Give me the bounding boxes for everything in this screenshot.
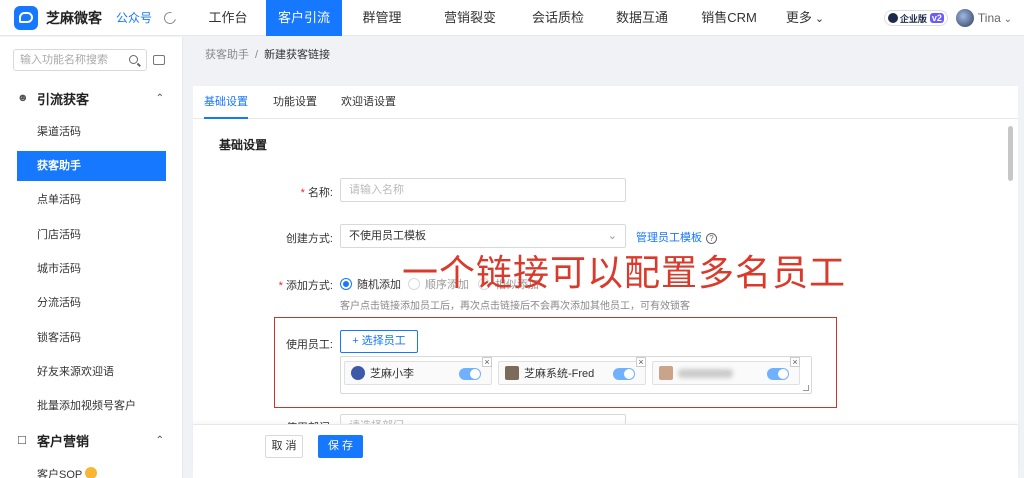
name-label: * 名称:	[243, 184, 333, 200]
sidebar-search-input[interactable]	[20, 54, 120, 66]
search-icon[interactable]	[129, 55, 138, 64]
account-type-link[interactable]: 公众号	[116, 9, 152, 26]
nav-data-sync[interactable]: 数据互通	[598, 0, 686, 36]
save-button[interactable]: 保 存	[318, 435, 363, 458]
nav-customer-acquisition[interactable]: 客户引流	[266, 0, 342, 36]
form-footer: 取 消 保 存	[193, 424, 1018, 470]
plus-icon: +	[352, 335, 362, 347]
employee-name: 芝麻小李	[370, 368, 414, 380]
breadcrumb: 获客助手 / 新建获客链接	[205, 46, 330, 62]
tab-function-settings[interactable]: 功能设置	[273, 86, 317, 119]
sidebar-group-marketing[interactable]: ☐ 客户营销 ⌃	[0, 428, 182, 452]
nav-more-dropdown[interactable]: 更多	[772, 0, 838, 36]
employee-toggle[interactable]	[613, 368, 635, 380]
theme-toggle-icon[interactable]	[161, 9, 179, 26]
section-title: 基础设置	[219, 138, 268, 152]
close-icon[interactable]: ×	[482, 357, 492, 367]
user-area: 企业版 v2 Tina	[883, 0, 1012, 36]
breadcrumb-separator: /	[255, 49, 259, 61]
select-employee-label: 选择员工	[361, 335, 406, 347]
create-mode-value: 不使用员工模板	[349, 230, 426, 242]
top-bar: 芝麻微客 公众号 工作台 客户引流 群管理 营销裂变 会话质检 数据互通 销售C…	[0, 0, 1024, 36]
sidebar: ☻ 引流获客 ⌃ 渠道活码 获客助手 点单活码 门店活码 城市活码 分流活码 锁…	[0, 37, 183, 478]
avatar	[351, 366, 365, 380]
tab-welcome-settings[interactable]: 欢迎语设置	[341, 86, 396, 119]
add-mode-hint: 客户点击链接添加员工后，再次点击链接后不会再次添加其他员工，可有效锁客	[340, 301, 690, 312]
top-nav: 工作台 客户引流 群管理 营销裂变 会话质检 数据互通 销售CRM 更多	[190, 0, 838, 36]
close-icon[interactable]: ×	[790, 357, 800, 367]
sidebar-group-acquisition[interactable]: ☻ 引流获客 ⌃	[0, 86, 182, 110]
avatar	[659, 366, 673, 380]
add-mode-label-text: 添加方式:	[285, 280, 333, 292]
nav-group-management[interactable]: 群管理	[342, 0, 422, 36]
manage-template-link[interactable]: 管理员工模板?	[636, 229, 717, 245]
radio-label: 随机添加	[357, 279, 401, 291]
breadcrumb-current: 新建获客链接	[264, 49, 331, 61]
employee-tag: 芝麻系统-Fred ×	[498, 357, 646, 385]
employee-toggle[interactable]	[459, 368, 481, 380]
tab-basic-settings[interactable]: 基础设置	[204, 86, 248, 119]
nav-workbench[interactable]: 工作台	[190, 0, 266, 36]
add-mode-label: * 添加方式:	[243, 277, 333, 293]
sidebar-search	[13, 49, 147, 71]
collapse-sidebar-icon[interactable]	[153, 55, 165, 65]
version-badge: v2	[929, 13, 944, 23]
logo-icon[interactable]	[14, 5, 38, 30]
employee-tag: ×	[652, 357, 800, 385]
edition-badge: 企业版 v2	[883, 10, 948, 26]
name-label-text: 名称:	[307, 187, 333, 199]
department-select[interactable]: 请选择部门	[340, 414, 626, 424]
sidebar-group-label: 客户营销	[37, 433, 90, 449]
nav-session-qc[interactable]: 会话质检	[518, 0, 598, 36]
user-plus-icon: ☻	[17, 92, 29, 104]
breadcrumb-parent[interactable]: 获客助手	[205, 49, 249, 61]
annotation-text: 一个链接可以配置多名员工	[402, 253, 847, 294]
blurred-employee-name	[678, 368, 733, 378]
cancel-button[interactable]: 取 消	[265, 435, 303, 458]
sidebar-item-acquisition-assistant[interactable]: 获客助手	[17, 151, 166, 181]
sidebar-item-split-qrcode[interactable]: 分流活码	[17, 288, 166, 318]
bookmark-icon: ☐	[17, 434, 27, 447]
help-icon[interactable]: ?	[706, 233, 717, 244]
employee-toggle[interactable]	[767, 368, 789, 380]
employee-name: 芝麻系统-Fred	[524, 368, 595, 380]
resize-handle-icon[interactable]	[803, 385, 809, 391]
close-icon[interactable]: ×	[636, 357, 646, 367]
required-mark: *	[278, 280, 283, 292]
required-mark: *	[300, 187, 305, 199]
employee-list: 芝麻小李 × 芝麻系统-Fred × ×	[340, 356, 812, 394]
edition-label: 企业版	[899, 13, 927, 24]
nav-marketing-fission[interactable]: 营销裂变	[422, 0, 518, 36]
chevron-up-icon: ⌃	[155, 434, 164, 446]
radio-dot-icon	[340, 278, 352, 290]
sidebar-group-label: 引流获客	[37, 91, 90, 107]
sidebar-item-city-qrcode[interactable]: 城市活码	[17, 254, 166, 284]
avatar[interactable]	[955, 9, 974, 27]
app-name: 芝麻微客	[46, 9, 102, 26]
settings-tabs: 基础设置 功能设置 欢迎语设置	[193, 86, 1018, 119]
employee-tag: 芝麻小李 ×	[344, 357, 492, 385]
sidebar-item-customer-sop[interactable]: 客户SOP	[17, 460, 166, 478]
employees-label: 使用员工:	[285, 339, 333, 351]
manage-template-text: 管理员工模板	[636, 232, 702, 244]
nav-sales-crm[interactable]: 销售CRM	[686, 0, 772, 36]
sidebar-item-friend-source-welcome[interactable]: 好友来源欢迎语	[17, 357, 166, 387]
avatar	[505, 366, 519, 380]
sidebar-item-batch-add-channels[interactable]: 批量添加视频号客户	[17, 391, 166, 421]
sidebar-item-lock-qrcode[interactable]: 锁客活码	[17, 323, 166, 353]
radio-random-add[interactable]: 随机添加	[340, 276, 401, 292]
hot-badge-icon	[85, 467, 98, 478]
user-menu[interactable]: Tina	[978, 11, 1012, 25]
sidebar-item-label: 客户SOP	[37, 469, 83, 478]
sidebar-item-channel-qrcode[interactable]: 渠道活码	[17, 117, 166, 147]
select-employee-button[interactable]: + 选择员工	[340, 330, 418, 353]
create-mode-label: 创建方式:	[285, 233, 333, 245]
sidebar-item-order-qrcode[interactable]: 点单活码	[17, 185, 166, 215]
sidebar-item-store-qrcode[interactable]: 门店活码	[17, 220, 166, 250]
chevron-up-icon: ⌃	[155, 92, 164, 104]
brand: 芝麻微客 公众号	[0, 5, 190, 30]
name-input[interactable]: 请输入名称	[340, 178, 626, 202]
enterprise-icon	[887, 13, 898, 23]
scrollbar[interactable]	[1008, 126, 1013, 181]
